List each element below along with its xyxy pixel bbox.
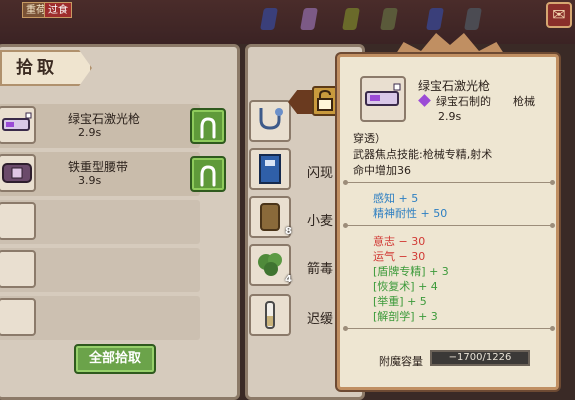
pickup-header: 拾取 [0,50,92,86]
laser-gun-icon [0,106,36,144]
inventory-item-name: 箭毒 [307,262,334,277]
grab-hand-icon [200,165,216,187]
top-background [0,0,575,44]
enchant-capacity-value: −1700/1226 [430,350,530,366]
empty-loot-slot [0,248,200,292]
tooltip-desc: 命中增加36 [353,164,411,177]
book-icon [249,148,291,190]
tooltip-desc: 武器焦点技能:枪械专精,射术 [353,148,493,161]
stat-line: 精神耐性 + 50 [373,207,448,220]
inventory-item-name: 迟缓 [307,312,334,327]
tooltip-title: 绿宝石激光枪 [418,79,491,93]
stat-line: [举重] + 5 [373,295,427,308]
tooltip-category: 枪械 [513,95,535,108]
gem-icon [426,8,444,30]
empty-slot-icon [0,298,36,336]
pickup-item-button[interactable] [190,156,226,192]
empty-loot-slot [0,200,200,244]
enchant-capacity-label: 附魔容量 [379,355,423,368]
tooltip-divider [343,180,555,185]
pickup-all-button[interactable]: 全部拾取 [74,344,156,374]
gem-icon [260,8,278,30]
tooltip-divider [343,223,555,228]
potion-vial-icon [249,294,291,336]
gem-icon [380,8,398,30]
tooltip-desc: 穿透） [353,132,386,145]
loot-item-time: 2.9s [78,126,102,139]
loot-item-name: 绿宝石激光枪 [68,112,141,126]
empty-slot-icon [0,202,36,240]
inventory-item-count: 4 [285,274,292,285]
lock-icon[interactable] [312,86,338,116]
pickup-item-button[interactable] [190,108,226,144]
gem-icon [342,8,360,30]
stat-line: 意志 − 30 [373,235,426,248]
gem-icon [464,8,482,30]
empty-loot-slot [0,296,200,340]
laser-gun-icon [360,76,406,122]
loot-item-name: 铁重型腰带 [68,160,129,174]
status-tag-overeat: 过食 [44,2,72,18]
gem-icon [300,8,318,30]
tooltip-subtitle: 绿宝石制的 [436,95,491,108]
stat-line: [恢复术] + 4 [373,280,438,293]
stethoscope-icon [249,100,291,142]
stat-line: 运气 − 30 [373,250,426,263]
inventory-item-name: 闪现 [307,166,334,181]
loot-row[interactable]: 绿宝石激光枪 2.9s [0,104,200,148]
tooltip-divider [343,326,555,331]
tooltip-time: 2.9s [438,110,462,123]
inventory-item-name: 小麦 [307,214,334,229]
grab-hand-icon [200,117,216,139]
notification-icon[interactable]: ✉ [546,2,572,28]
stat-line: [盾牌专精] + 3 [373,265,449,278]
loot-item-time: 3.9s [78,174,102,187]
loot-row[interactable]: 铁重型腰带 3.9s [0,152,200,196]
belt-icon [0,154,36,192]
stat-line: 感知 + 5 [373,192,419,205]
inventory-item-count: 8 [285,226,292,237]
empty-slot-icon [0,250,36,288]
stat-line: [解剖学] + 3 [373,310,438,323]
